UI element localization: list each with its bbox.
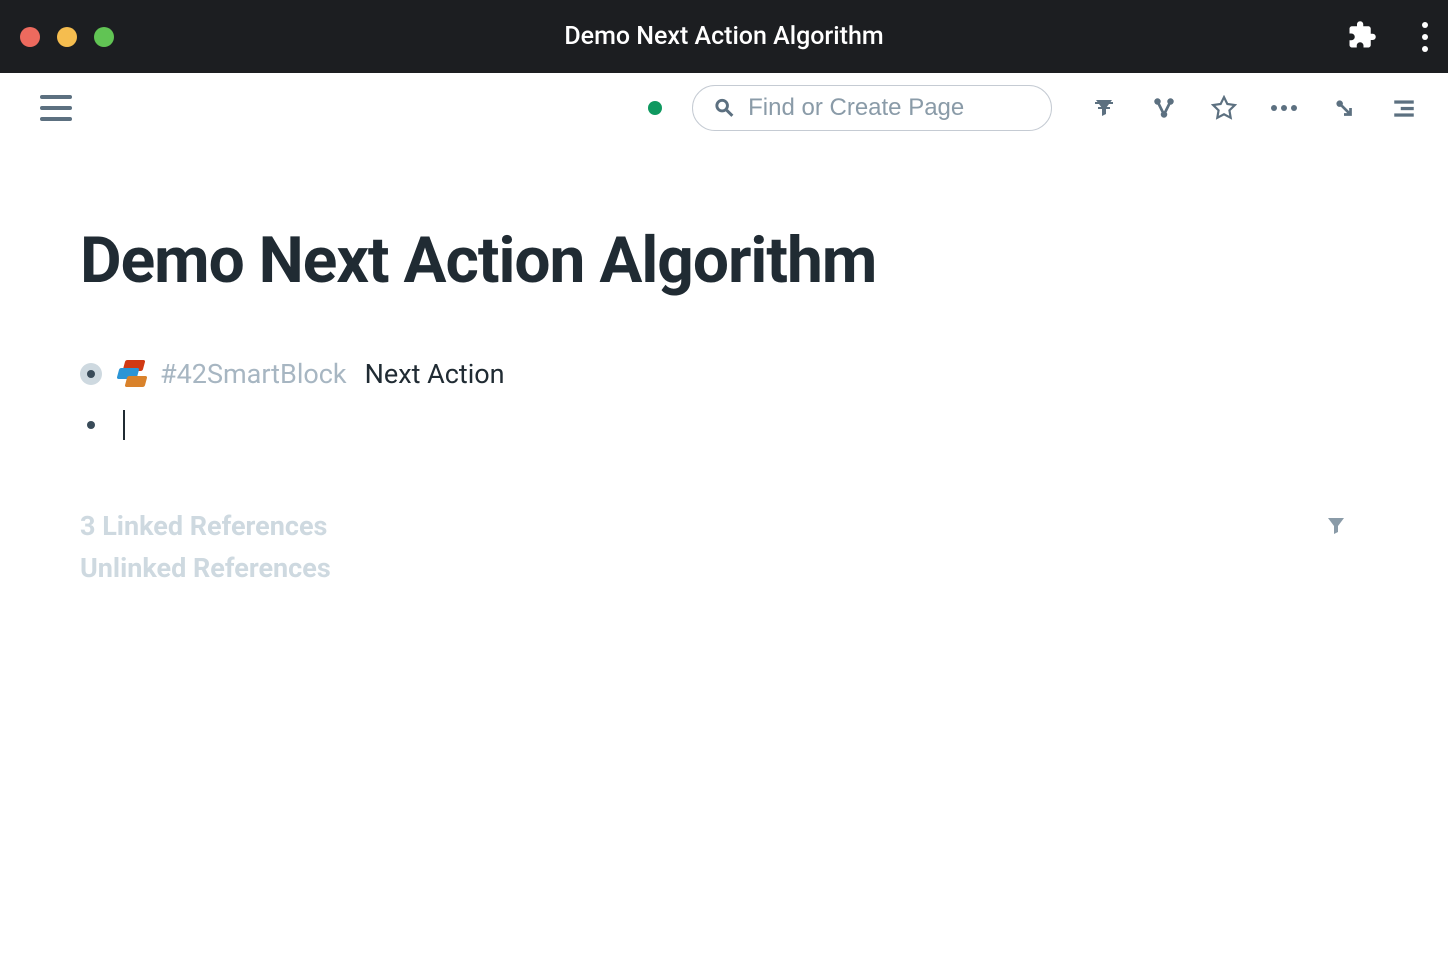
references-section: 3 Linked References Unlinked References <box>80 510 1368 584</box>
block-text[interactable]: Next Action <box>365 358 505 390</box>
sync-status-indicator[interactable] <box>648 101 662 115</box>
close-window-button[interactable] <box>20 27 40 47</box>
linked-references-heading[interactable]: 3 Linked References <box>80 510 1368 542</box>
more-options-icon[interactable] <box>1270 94 1298 122</box>
unlinked-references-heading[interactable]: Unlinked References <box>80 552 1368 584</box>
smartblock-icon <box>118 360 150 388</box>
window-title: Demo Next Action Algorithm <box>564 22 883 51</box>
traffic-lights <box>20 27 114 47</box>
search-icon <box>713 95 736 121</box>
maximize-window-button[interactable] <box>94 27 114 47</box>
app-toolbar <box>0 73 1448 143</box>
search-box[interactable] <box>692 85 1052 131</box>
block-row-empty[interactable] <box>80 410 1368 440</box>
bullet-expanded-icon[interactable] <box>80 363 102 385</box>
titlebar: Demo Next Action Algorithm <box>0 0 1448 73</box>
menu-toggle-button[interactable] <box>40 95 72 121</box>
page-content: Demo Next Action Algorithm #42SmartBlock… <box>0 143 1448 584</box>
tag-link[interactable]: #42SmartBlock <box>160 358 347 390</box>
block-row[interactable]: #42SmartBlock Next Action <box>80 358 1368 390</box>
extensions-icon[interactable] <box>1347 20 1377 54</box>
references-filter-icon[interactable] <box>1324 514 1348 542</box>
minimize-window-button[interactable] <box>57 27 77 47</box>
page-title[interactable]: Demo Next Action Algorithm <box>80 223 1368 298</box>
graph-icon[interactable] <box>1150 94 1178 122</box>
bullet-icon[interactable] <box>87 421 95 429</box>
right-sidebar-icon[interactable] <box>1390 94 1418 122</box>
browser-menu-icon[interactable] <box>1422 22 1428 52</box>
text-cursor <box>123 410 125 440</box>
search-input[interactable] <box>748 94 1031 122</box>
star-icon[interactable] <box>1210 94 1238 122</box>
shortcuts-icon[interactable] <box>1330 94 1358 122</box>
filter-icon[interactable] <box>1090 94 1118 122</box>
